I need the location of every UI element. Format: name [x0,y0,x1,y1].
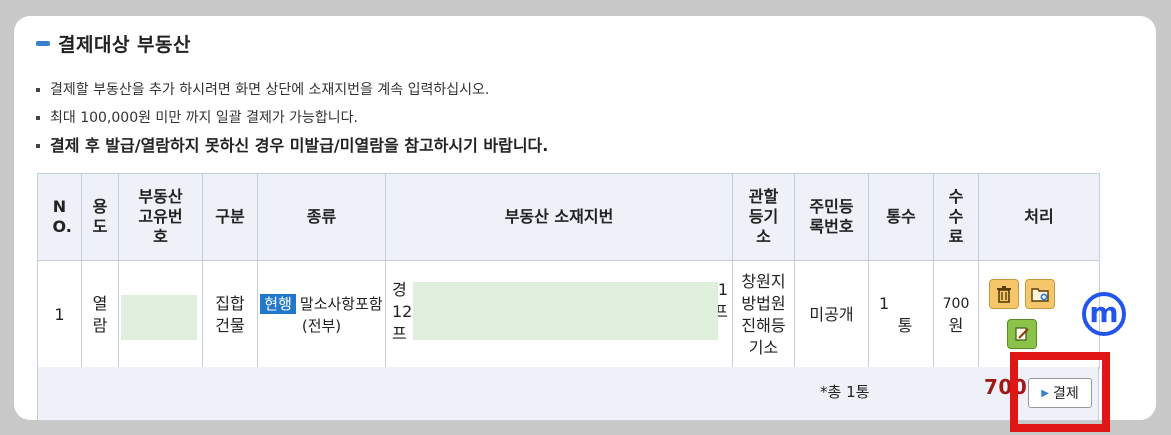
cell-registry: 창원지 방법원 진해등 기소 [732,260,795,369]
notice-text: 결제 후 발급/열람하지 못하신 경우 미발급/미열람을 참고하시기 바랍니다. [50,136,549,155]
col-header-registry: 관할 등기 소 [732,173,795,261]
notice-text: 결제할 부동산을 추가 하시려면 화면 상단에 소재지번을 계속 입력하십시오. [50,82,490,98]
col-header-fee: 수 수 료 [933,173,979,261]
current-badge: 현행 [260,293,296,314]
redacted-address [413,282,718,340]
notice-list: 결제할 부동산을 추가 하시려면 화면 상단에 소재지번을 계속 입력하십시오.… [34,76,548,160]
section-title: 결제대상 부동산 [36,30,191,57]
bullet-icon [36,144,40,148]
cell-resident-id: 미공개 [794,260,869,369]
col-header-use: 용 도 [81,173,119,261]
col-header-action: 처리 [978,173,1100,261]
cell-copies: 1 통 [868,260,934,369]
col-header-address: 부동산 소재지번 [385,173,733,261]
section-title-text: 결제대상 부동산 [58,34,191,56]
cell-kind: 현행 말소사항포함(전부) [257,260,386,369]
kind-text: 말소사항포함(전부) [299,294,383,335]
cell-no: 1 [37,260,82,369]
notice-item: 결제할 부동산을 추가 하시려면 화면 상단에 소재지번을 계속 입력하십시오. [34,76,548,104]
notice-item: 최대 100,000원 미만 까지 일괄 결제가 가능합니다. [34,104,548,132]
highlight-box [1010,352,1110,432]
delete-trash-icon[interactable] [989,279,1019,309]
notice-item-bold: 결제 후 발급/열람하지 못하신 경우 미발급/미열람을 참고하시기 바랍니다. [34,132,548,160]
edit-document-icon[interactable] [1007,319,1037,349]
col-header-category: 구분 [202,173,258,261]
notice-text: 최대 100,000원 미만 까지 일괄 결제가 가능합니다. [50,110,359,126]
cell-fee: 700 원 [933,260,979,369]
col-header-copies: 통수 [868,173,934,261]
bullet-icon [36,116,40,120]
bullet-icon [36,88,40,92]
redacted-unique-id [121,295,197,340]
col-header-resident-id: 주민등 록번호 [794,173,869,261]
title-bar-icon [36,41,50,46]
summary-bar: *총 1통 700 원 [37,367,1099,421]
total-count-label: *총 1통 [820,383,870,401]
col-header-unique-id: 부동산 고유번 호 [118,173,203,261]
cell-category: 집합 건물 [202,260,258,369]
col-header-kind: 종류 [257,173,386,261]
add-folder-icon[interactable] [1025,279,1055,309]
table-header-row: N O. 용 도 부동산 고유번 호 구분 종류 부동산 소재지번 관할 등기 … [37,173,1100,261]
col-header-no: N O. [37,173,82,261]
cell-use: 열 람 [81,260,119,369]
marker-m-icon: m [1082,292,1126,336]
